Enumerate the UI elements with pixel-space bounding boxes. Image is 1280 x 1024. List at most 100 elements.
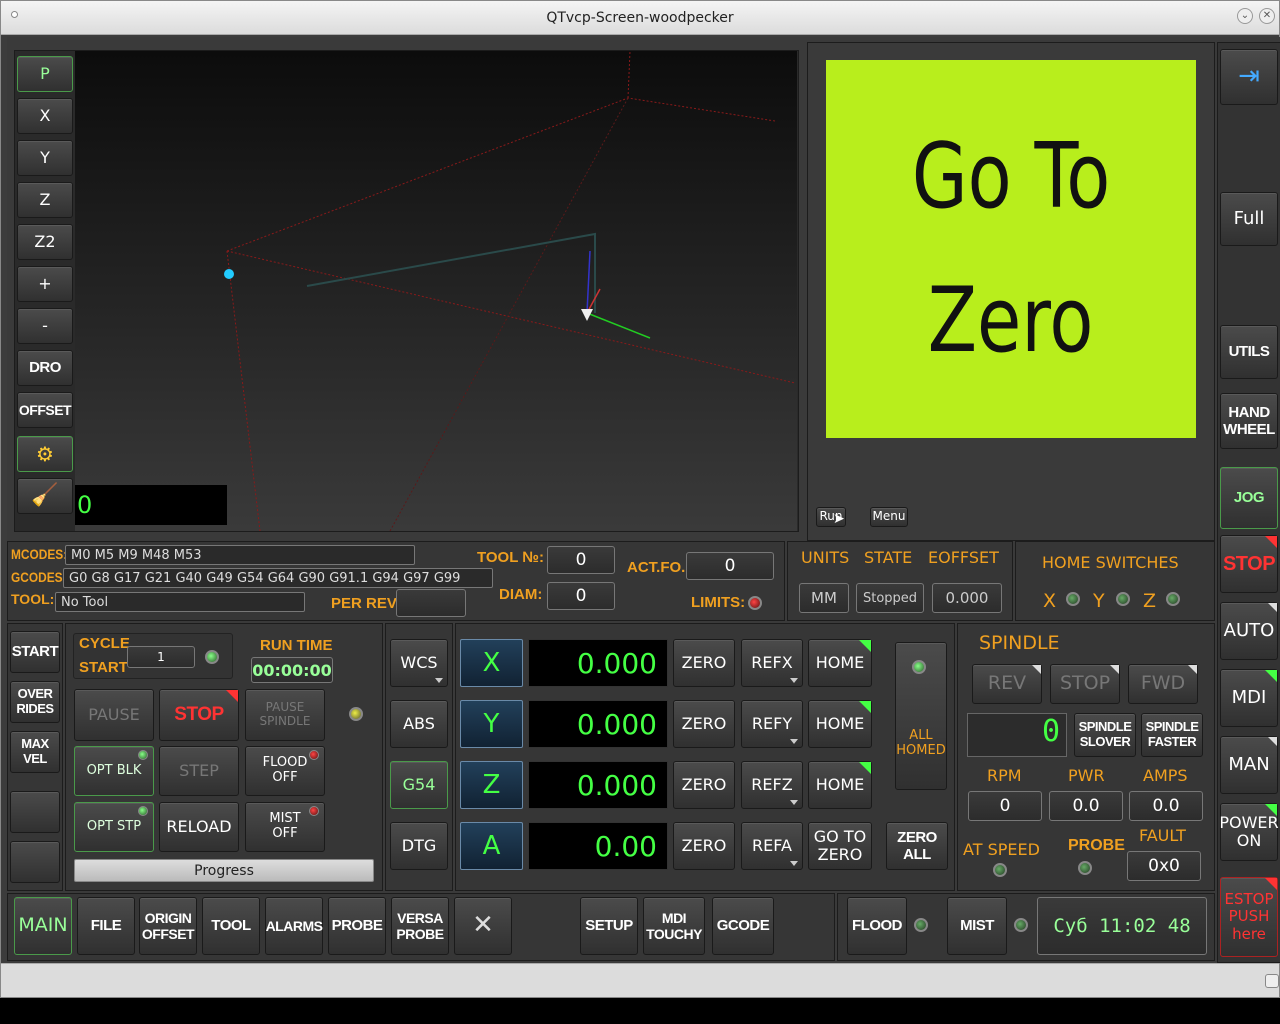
amps-label: AMPS [1143,766,1188,785]
tab-versa-probe[interactable]: VERSA PROBE [391,897,449,955]
estop-button[interactable]: ESTOP PUSH here [1220,877,1278,957]
cycle-count-field[interactable]: 1 [127,646,195,668]
pause-spindle-button[interactable]: PAUSE SPINDLE [245,689,325,741]
pwr-label: PWR [1068,766,1105,785]
run-time-value: 00:00:00 [251,657,333,683]
exit-door-icon: ⇥ [1238,61,1260,92]
tab-origin-offset[interactable]: ORIGIN OFFSET [139,897,197,955]
axis-y-select[interactable]: Y [460,700,523,748]
mist-off-label-1: MIST [269,811,301,827]
full-screen-button[interactable]: Full [1220,192,1278,246]
dtg-button[interactable]: DTG [390,822,448,870]
spindle-slower-label-1: SPINDLE [1078,719,1132,735]
zero-y-button[interactable]: ZERO [673,700,735,748]
tab-mdi-label-1: MDI [661,909,687,926]
ref-z-button[interactable]: REFZ [741,761,803,809]
jog-mode-button[interactable]: JOG [1220,467,1278,529]
overrides-label-2: RIDES [16,701,54,716]
view-z2-button[interactable]: Z2 [17,224,73,260]
flood-button[interactable]: FLOOD [847,897,907,955]
start-button[interactable]: START [10,631,60,673]
home-y-button[interactable]: HOME [808,700,872,748]
mist-led [1014,918,1028,932]
home-z-button[interactable]: HOME [808,761,872,809]
tab-tools-settings[interactable]: ✕ [454,897,512,955]
wcs-button[interactable]: WCS [390,639,448,687]
home-y-led [1116,592,1130,606]
mdi-mode-button[interactable]: MDI [1220,669,1278,727]
pause-spindle-label-1: PAUSE [265,700,305,715]
3d-preview-viewport[interactable] [75,50,797,532]
offset-toggle-button[interactable]: OFFSET [17,392,73,428]
blank-button-2[interactable] [10,841,60,883]
tab-origin-label-2: OFFSET [141,926,195,942]
power-on-button[interactable]: POWER ON [1219,803,1279,861]
program-stop-button[interactable]: STOP [159,689,239,741]
view-p-button[interactable]: P [17,56,73,92]
axis-x-select[interactable]: X [460,639,523,687]
splash-menu-button[interactable]: Menu [870,507,908,527]
zero-x-button[interactable]: ZERO [673,639,735,687]
power-label-1: POWER [1219,812,1279,832]
rpm-value: 0 [968,791,1042,821]
window-title: QTvcp-Screen-woodpecker [546,10,734,26]
tab-tool[interactable]: TOOL [202,897,260,955]
step-button[interactable]: STEP [159,746,239,796]
tab-setup[interactable]: SETUP [580,897,638,955]
dro-z-value: 0.000 [528,761,668,809]
max-vel-button[interactable]: MAX VEL [10,731,60,773]
gcode-line-counter: 0 [75,485,227,525]
manual-mode-button[interactable]: MAN [1220,736,1278,794]
dro-toggle-button[interactable]: DRO [17,350,73,386]
spindle-slower-button[interactable]: SPINDLE SLOVER [1074,713,1136,757]
go-to-zero-button[interactable]: GO TO ZERO [808,822,872,870]
view-z-button[interactable]: Z [17,182,73,218]
close-icon[interactable]: ✕ [1259,8,1275,24]
zero-z-button[interactable]: ZERO [673,761,735,809]
zoom-in-button[interactable]: + [17,266,73,302]
reload-button[interactable]: RELOAD [159,802,239,852]
gcodes-field: G0 G8 G17 G21 G40 G49 G54 G64 G90 G91.1 … [63,568,493,588]
home-x-button[interactable]: HOME [808,639,872,687]
exit-button[interactable]: ⇥ [1220,49,1278,105]
blank-button-1[interactable] [10,791,60,833]
tool-view-button[interactable]: ⚙ [17,436,73,472]
spindle-fwd-button[interactable]: FWD [1128,664,1198,704]
auto-mode-button[interactable]: AUTO [1220,602,1278,660]
spindle-rev-button[interactable]: REV [972,664,1042,704]
axis-a-select[interactable]: A [460,822,523,870]
tab-mdi-touchy[interactable]: MDI TOUCHY [643,897,705,955]
tab-alarms[interactable]: ALARMS [265,897,323,955]
tab-gcode[interactable]: GCODE [712,897,774,955]
zero-all-button[interactable]: ZERO ALL [886,822,948,870]
pause-button[interactable]: PAUSE [74,689,154,741]
tab-probe[interactable]: PROBE [328,897,386,955]
g54-button[interactable]: G54 [390,761,448,809]
zero-a-button[interactable]: ZERO [673,822,735,870]
abs-button[interactable]: ABS [390,700,448,748]
go-to-zero-image: Go To Zero [826,60,1196,438]
axis-z-select[interactable]: Z [460,761,523,809]
utils-button[interactable]: UTILS [1220,325,1278,379]
zoom-out-button[interactable]: - [17,308,73,344]
mist-off-led [309,806,319,816]
ref-x-button[interactable]: REFX [741,639,803,687]
clear-plot-button[interactable]: 🧹 [17,478,73,514]
mist-button[interactable]: MIST [947,897,1007,955]
tab-main[interactable]: MAIN [14,897,72,955]
tab-mdi-label-2: TOUCHY [646,926,702,942]
view-x-button[interactable]: X [17,98,73,134]
view-y-button[interactable]: Y [17,140,73,176]
handwheel-button[interactable]: HAND WHEEL [1220,393,1278,449]
minimize-icon[interactable]: ⌄ [1237,8,1253,24]
overrides-button[interactable]: OVER RIDES [10,681,60,723]
opt-blk-led [138,750,148,760]
tab-file[interactable]: FILE [77,897,135,955]
stop-mode-button[interactable]: STOP [1220,535,1278,593]
pwr-value: 0.0 [1049,791,1123,821]
spindle-stop-button[interactable]: STOP [1050,664,1120,704]
all-homed-led [912,660,926,674]
spindle-faster-button[interactable]: SPINDLE FASTER [1141,713,1203,757]
ref-a-button[interactable]: REFA [741,822,803,870]
ref-y-button[interactable]: REFY [741,700,803,748]
